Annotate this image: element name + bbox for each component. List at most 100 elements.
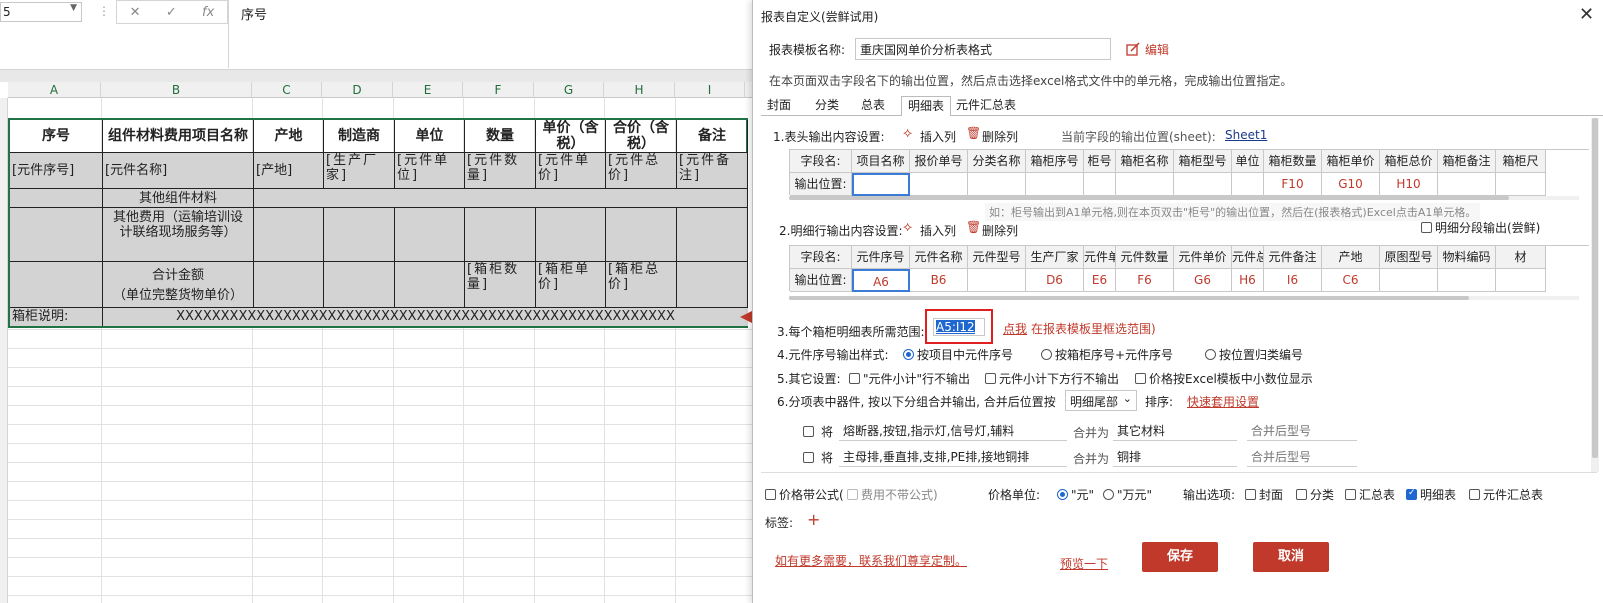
td-seq[interactable]: [元件序号]	[10, 153, 103, 189]
contact-link[interactable]: 如有更多需要，联系我们尊享定制。	[775, 552, 967, 569]
checkbox-icon[interactable]	[1345, 489, 1356, 500]
col-header-a[interactable]: A	[8, 82, 101, 98]
detail-field-name[interactable]: 元件数量	[1116, 246, 1174, 269]
td-blank[interactable]	[395, 262, 465, 308]
checkbox-icon[interactable]	[803, 452, 814, 463]
th-maker[interactable]: 制造商	[324, 120, 395, 153]
cancel-button[interactable]: 取消	[1253, 542, 1329, 572]
detail-split-checkbox[interactable]: 明细分段输出(尝鲜)	[1421, 219, 1540, 236]
header-field-name[interactable]: 箱柜总价	[1380, 150, 1438, 173]
fx-icon[interactable]: fx	[202, 5, 214, 20]
output-opt-category[interactable]: 分类	[1296, 486, 1334, 503]
report-template-table[interactable]: 序号 组件材料费用项目名称 产地 制造商 单位 数量 单价（含税） 合价（含税）…	[8, 118, 748, 328]
header-output-pos[interactable]: G10	[1322, 173, 1380, 196]
checkbox-icon[interactable]	[1245, 489, 1256, 500]
td-blank[interactable]	[465, 208, 536, 262]
current-pos-value[interactable]: Sheet1	[1225, 128, 1267, 142]
td-blank[interactable]	[395, 208, 465, 262]
click-me-link[interactable]: 点我	[1003, 320, 1027, 337]
header-field-name[interactable]: 箱柜备注	[1438, 150, 1496, 173]
header-output-pos[interactable]	[1084, 173, 1116, 196]
td-total[interactable]: 合计金额 （单位完整货物单价）	[103, 262, 254, 308]
td-total-price[interactable]: [元件总价]	[606, 153, 677, 189]
td-blank[interactable]	[254, 189, 748, 208]
td-unit[interactable]: [元件单位]	[395, 153, 465, 189]
td-name[interactable]: [元件名称]	[103, 153, 254, 189]
checkbox-icon[interactable]	[1406, 488, 1417, 500]
tab-category[interactable]: 分类	[815, 96, 839, 113]
detail-output-pos[interactable]: G6	[1174, 269, 1232, 292]
detail-field-name[interactable]: 元件备注	[1264, 246, 1322, 269]
header-output-pos[interactable]	[968, 173, 1026, 196]
header-field-name[interactable]: 箱柜尺	[1496, 150, 1546, 173]
merge-items-input-2[interactable]: 主母排,垂直排,支排,PE排,接地铜排	[839, 446, 1067, 467]
name-box[interactable]: 5 ▼	[0, 2, 82, 22]
chevron-down-icon[interactable]: ▼	[70, 3, 77, 13]
td-blank[interactable]	[324, 262, 395, 308]
td-cabinet-total[interactable]: [箱柜总价]	[606, 262, 677, 308]
radio-icon[interactable]	[903, 349, 914, 360]
checkbox-icon[interactable]	[765, 489, 776, 500]
save-button[interactable]: 保存	[1142, 542, 1218, 572]
other-opt-1[interactable]: "元件小计"行不输出	[849, 370, 970, 387]
detail-field-name[interactable]: 生产厂家	[1026, 246, 1084, 269]
detail-field-name[interactable]: 元件型号	[968, 246, 1026, 269]
header-grid-scrollbar[interactable]	[789, 196, 1579, 200]
checkbox-icon[interactable]	[1135, 373, 1146, 384]
header-output-pos[interactable]	[1116, 173, 1174, 196]
td-blank[interactable]	[10, 208, 103, 262]
header-output-pos[interactable]: H10	[1380, 173, 1438, 196]
checkbox-icon[interactable]	[985, 373, 996, 384]
fee-no-formula-option[interactable]: 费用不带公式)	[847, 486, 938, 503]
td-cabinet-price[interactable]: [箱柜单价]	[536, 262, 606, 308]
detail-output-pos[interactable]	[1380, 269, 1438, 292]
td-blank[interactable]	[254, 208, 324, 262]
enter-icon[interactable]: ✓	[166, 5, 177, 20]
detail-field-name[interactable]: 元件总价	[1232, 246, 1264, 269]
preview-link[interactable]: 预览一下	[1060, 555, 1108, 572]
td-blank[interactable]	[254, 262, 324, 308]
header-output-pos[interactable]	[910, 173, 968, 196]
detail-field-name[interactable]: 产地	[1322, 246, 1380, 269]
th-total-price[interactable]: 合价（含税）	[606, 120, 677, 153]
header-output-pos[interactable]	[1438, 173, 1496, 196]
cabinet-note-value[interactable]: XXXXXXXXXXXXXXXXXXXXXXXXXXXXXXXXXXXXXXXX…	[103, 308, 748, 326]
merge-items-input-1[interactable]: 熔断器,按钮,指示灯,信号灯,辅料	[839, 420, 1067, 441]
th-qty[interactable]: 数量	[465, 120, 536, 153]
detail-output-pos[interactable]: A6	[852, 269, 910, 292]
header-field-name[interactable]: 项目名称	[852, 150, 910, 173]
col-header-b[interactable]: B	[101, 82, 252, 98]
add-tag-icon[interactable]: +	[807, 510, 820, 529]
checkbox-icon[interactable]	[849, 373, 860, 384]
range-input[interactable]: A5:I12	[933, 318, 985, 336]
detail-field-name[interactable]: 材	[1496, 246, 1546, 269]
other-opt-3[interactable]: 价格按Excel模板中小数位显示	[1135, 370, 1313, 387]
tab-component-summary[interactable]: 元件汇总表	[956, 96, 1016, 113]
radio-icon[interactable]	[1103, 489, 1114, 500]
delete-col-button-2[interactable]: 删除列	[982, 222, 1018, 239]
merge-row-1-checkbox[interactable]: 将	[803, 423, 833, 440]
detail-grid-scrollbar[interactable]	[789, 296, 1579, 300]
edit-icon[interactable]	[1126, 42, 1140, 56]
detail-output-pos[interactable]	[968, 269, 1026, 292]
insert-col-button-2[interactable]: 插入列	[920, 222, 956, 239]
td-blank[interactable]	[324, 208, 395, 262]
header-output-pos[interactable]	[1174, 173, 1232, 196]
checkbox-icon[interactable]	[803, 426, 814, 437]
cabinet-note-label[interactable]: 箱柜说明:	[10, 308, 103, 326]
detail-output-pos[interactable]: I6	[1264, 269, 1322, 292]
output-opt-cover[interactable]: 封面	[1245, 486, 1283, 503]
th-name[interactable]: 组件材料费用项目名称	[103, 120, 254, 153]
header-field-name[interactable]: 箱柜单价	[1322, 150, 1380, 173]
header-field-name[interactable]: 报价单号	[910, 150, 968, 173]
detail-output-pos[interactable]: B6	[910, 269, 968, 292]
detail-output-pos[interactable]: C6	[1322, 269, 1380, 292]
detail-output-pos[interactable]: D6	[1026, 269, 1084, 292]
detail-field-name[interactable]: 元件单位	[1084, 246, 1116, 269]
content-scrollbar[interactable]	[1591, 118, 1599, 472]
tab-summary[interactable]: 总表	[861, 96, 885, 113]
td-qty[interactable]: [元件数量]	[465, 153, 536, 189]
checkbox-icon[interactable]	[1421, 222, 1432, 233]
merge-target-input-1[interactable]: 其它材料	[1113, 420, 1237, 441]
header-output-pos[interactable]	[1496, 173, 1546, 196]
